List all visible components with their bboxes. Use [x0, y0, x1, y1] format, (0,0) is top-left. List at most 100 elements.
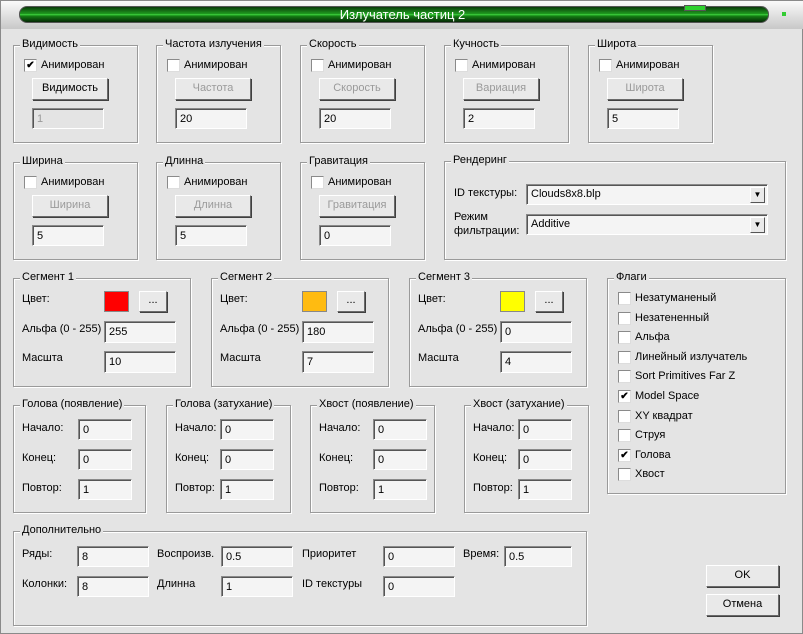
scale-input[interactable]: 7 — [302, 351, 374, 373]
flag-label: Линейный излучатель — [635, 350, 748, 363]
param-value-input[interactable]: 20 — [319, 108, 391, 129]
columns-input[interactable]: 8 — [77, 576, 149, 597]
color-browse-button[interactable]: ... — [337, 291, 365, 312]
animated-label: Анимирован — [41, 59, 105, 71]
timing-group-label: Голова (появление) — [20, 398, 125, 410]
segment-group-label: Сегмент 2 — [218, 271, 275, 283]
color-swatch[interactable] — [104, 291, 129, 312]
length-input[interactable]: 1 — [221, 576, 293, 597]
flag-checkbox[interactable] — [618, 292, 631, 305]
flag-checkbox[interactable] — [618, 409, 631, 423]
flag-checkbox[interactable] — [618, 370, 631, 384]
repeat-label: Повтор: — [319, 482, 359, 494]
animated-checkbox[interactable] — [311, 176, 324, 189]
animated-checkbox[interactable] — [167, 176, 180, 189]
chevron-down-icon[interactable]: ▼ — [750, 187, 765, 203]
minimize-button[interactable] — [684, 5, 706, 11]
animated-checkbox[interactable]: ✔ — [24, 59, 37, 72]
flag-label: Альфа — [635, 331, 670, 344]
animated-checkbox[interactable] — [599, 59, 612, 72]
animated-label: Анимирован — [41, 176, 105, 188]
segment-group: Сегмент 2 Цвет:... Альфа (0 - 255) 180 Масшт… — [211, 271, 389, 387]
flag-checkbox[interactable] — [618, 311, 631, 325]
texture-id-input[interactable]: 0 — [383, 576, 455, 597]
color-label: Цвет: — [220, 293, 248, 305]
rendering-group-label: Рендеринг — [451, 154, 509, 166]
cancel-button[interactable]: Отмена — [706, 594, 779, 616]
segment-group: Сегмент 1 Цвет:... Альфа (0 - 255) 255 Масшт… — [13, 271, 191, 387]
color-swatch[interactable] — [302, 291, 327, 312]
repeat-input[interactable]: 1 — [518, 479, 572, 500]
flag-checkbox[interactable] — [618, 331, 631, 345]
param-group-label: Гравитация — [307, 155, 370, 167]
close-button[interactable] — [782, 12, 786, 16]
end-input[interactable]: 0 — [78, 449, 132, 470]
scale-label: Масшта — [22, 352, 63, 364]
start-input[interactable]: 0 — [220, 419, 274, 440]
repeat-input[interactable]: 1 — [373, 479, 427, 500]
end-input[interactable]: 0 — [373, 449, 427, 470]
segment-group-label: Сегмент 1 — [20, 271, 77, 283]
texture-select[interactable]: Clouds8x8.blp ▼ — [526, 184, 768, 205]
flag-checkbox[interactable]: ✔ — [618, 448, 631, 462]
flag-checkbox[interactable]: ✔ — [618, 390, 631, 403]
param-value-input[interactable]: 5 — [607, 108, 679, 129]
param-group: Кучность Анимирован Вариация 2 — [444, 38, 569, 143]
color-browse-button[interactable]: ... — [535, 291, 563, 312]
scale-input[interactable]: 10 — [104, 351, 176, 373]
rows-input[interactable]: 8 — [77, 546, 149, 567]
start-input[interactable]: 0 — [78, 419, 132, 440]
param-group: Частота излучения Анимирован Частота 20 — [156, 38, 281, 143]
chevron-down-icon[interactable]: ▼ — [750, 217, 765, 233]
end-input[interactable]: 0 — [220, 449, 274, 470]
param-value-input[interactable]: 5 — [175, 225, 247, 246]
param-value-input[interactable]: 5 — [32, 225, 104, 246]
repeat-input[interactable]: 1 — [78, 479, 132, 500]
playback-input[interactable]: 0.5 — [221, 546, 293, 567]
alpha-input[interactable]: 0 — [500, 321, 572, 343]
start-label: Начало: — [175, 422, 217, 434]
flag-checkbox[interactable] — [618, 350, 631, 364]
flag-checkbox[interactable] — [618, 429, 631, 443]
title-bar: Излучатель частиц 2 — [1, 1, 803, 29]
timing-group-label: Хвост (появление) — [317, 398, 416, 410]
param-button[interactable]: Видимость — [32, 78, 108, 100]
param-group: Видимость ✔ Анимирован Видимость 1 — [13, 38, 138, 143]
param-value-input[interactable]: 2 — [463, 108, 535, 129]
animated-checkbox[interactable] — [167, 59, 180, 72]
animated-checkbox[interactable] — [311, 59, 324, 72]
checkmark-icon: ✔ — [26, 60, 35, 71]
alpha-input[interactable]: 255 — [104, 321, 176, 343]
animated-checkbox[interactable] — [24, 176, 37, 189]
timing-group: Голова (затухание) Начало: 0 Конец: 0 Повтор:… — [166, 398, 291, 513]
start-input[interactable]: 0 — [373, 419, 427, 440]
time-input[interactable]: 0.5 — [504, 546, 572, 567]
playback-label: Воспроизв. — [157, 548, 215, 560]
repeat-label: Повтор: — [473, 482, 513, 494]
param-button: Длинна — [175, 195, 251, 217]
param-button: Ширина — [32, 195, 108, 217]
color-swatch[interactable] — [500, 291, 525, 312]
animated-label: Анимирован — [184, 59, 248, 71]
ok-button[interactable]: OK — [706, 565, 779, 587]
param-button: Вариация — [463, 78, 539, 100]
flags-group: Флаги Незатуманеный Незатененный Альфа Линей… — [607, 271, 786, 494]
priority-input[interactable]: 0 — [383, 546, 455, 567]
end-input[interactable]: 0 — [518, 449, 572, 470]
flag-label: Model Space — [635, 390, 700, 402]
param-value-input[interactable]: 0 — [319, 225, 391, 246]
color-browse-button[interactable]: ... — [139, 291, 167, 312]
alpha-input[interactable]: 180 — [302, 321, 374, 343]
scale-input[interactable]: 4 — [500, 351, 572, 373]
extra-group: Дополнительно Ряды: 8 Колонки: 8 Воспроизв. 0.… — [13, 524, 587, 626]
checkmark-icon: ✔ — [620, 391, 629, 402]
timing-group-label: Хвост (затухание) — [471, 398, 567, 410]
texture-id-label: ID текстуры — [302, 578, 363, 590]
flag-label: Голова — [635, 448, 671, 461]
start-input[interactable]: 0 — [518, 419, 572, 440]
repeat-input[interactable]: 1 — [220, 479, 274, 500]
param-value-input[interactable]: 20 — [175, 108, 247, 129]
animated-checkbox[interactable] — [455, 59, 468, 72]
flag-checkbox[interactable] — [618, 468, 631, 482]
filter-mode-select[interactable]: Additive ▼ — [526, 214, 768, 235]
